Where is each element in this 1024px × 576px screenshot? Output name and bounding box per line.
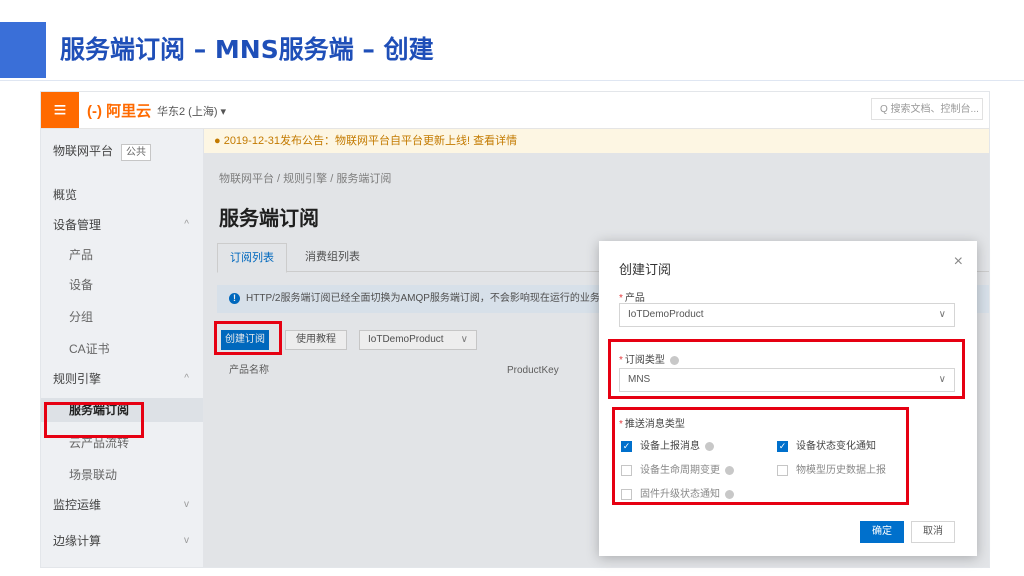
sidebar-item-overview[interactable]: 概览	[41, 183, 203, 207]
subscription-type-select[interactable]: MNS ∨	[619, 368, 955, 392]
message-type-label: * 推送消息类型	[619, 419, 685, 430]
sidebar-item-label: 服务端订阅	[69, 403, 130, 417]
sidebar-item-server-subscription[interactable]: 服务端订阅	[41, 398, 203, 422]
sidebar-item-scene-linkage[interactable]: 场景联动	[41, 463, 203, 487]
sidebar-item-edge-computing[interactable]: 边缘计算 v	[41, 529, 203, 553]
checkbox[interactable]	[621, 464, 632, 476]
top-bar: ≡ (-) 阿里云 华东2 (上海) ▾ Q 搜索文档、控制台...	[41, 92, 989, 129]
chevron-up-icon: ^	[184, 373, 189, 384]
product-select-value: IoTDemoProduct	[628, 309, 704, 320]
help-icon[interactable]	[705, 441, 714, 451]
help-icon[interactable]	[725, 489, 734, 499]
slide-title: 服务端订阅 – MNS服务端 – 创建	[60, 35, 434, 64]
product-label: * 产品	[619, 293, 645, 304]
option-history-data[interactable]: 物模型历史数据上报	[777, 461, 886, 476]
announcement-banner[interactable]: ● 2019-12-31发布公告：物联网平台自平台更新上线! 查看详情	[204, 129, 989, 153]
sidebar-header-label: 物联网平台	[53, 144, 114, 158]
chevron-down-icon: ∨	[938, 374, 946, 385]
sidebar-item-label: 概览	[53, 188, 78, 202]
check-icon[interactable]: ✓	[777, 440, 788, 452]
slide-accent-bar	[0, 22, 46, 78]
sidebar-header[interactable]: 物联网平台 公共	[41, 139, 203, 163]
brand-logo[interactable]: (-) 阿里云	[87, 100, 151, 121]
sidebar: 物联网平台 公共 概览 设备管理 ^ 产品 设备 分组 CA证书 规则引擎 ^ 服…	[41, 129, 204, 567]
option-status-change[interactable]: ✓ 设备状态变化通知	[777, 437, 876, 452]
option-ota-status[interactable]: 固件升级状态通知	[621, 485, 734, 500]
sidebar-item-data-forwarding[interactable]: 云产品流转	[41, 431, 203, 455]
help-icon[interactable]	[669, 355, 679, 365]
check-icon[interactable]: ✓	[621, 440, 632, 452]
sidebar-item-label: 监控运维	[53, 498, 102, 512]
sidebar-item-monitoring[interactable]: 监控运维 v	[41, 493, 203, 517]
product-select[interactable]: IoTDemoProduct ∨	[619, 303, 955, 327]
help-icon[interactable]	[725, 465, 734, 475]
sidebar-item-rules-engine[interactable]: 规则引擎 ^	[41, 367, 203, 391]
chevron-down-icon: v	[184, 499, 189, 510]
sidebar-item-groups[interactable]: 分组	[41, 305, 203, 329]
chevron-up-icon: ^	[184, 219, 189, 230]
sidebar-item-label: 云产品流转	[69, 436, 130, 450]
option-lifecycle[interactable]: 设备生命周期变更	[621, 461, 734, 476]
sidebar-item-products[interactable]: 产品	[41, 243, 203, 267]
sidebar-item-label: CA证书	[69, 342, 110, 356]
sidebar-item-label: 产品	[69, 248, 94, 262]
subscription-type-label: * 订阅类型	[619, 351, 679, 366]
checkbox[interactable]	[621, 488, 632, 500]
create-subscription-dialog: 创建订阅 × * 产品 IoTDemoProduct ∨ * 订阅类型 MNS ∨ …	[599, 241, 977, 556]
sidebar-item-label: 场景联动	[69, 468, 118, 482]
checkbox[interactable]	[777, 464, 788, 476]
confirm-button[interactable]: 确定	[860, 521, 904, 543]
sidebar-item-label: 规则引擎	[53, 372, 102, 386]
sidebar-item-devices[interactable]: 设备	[41, 273, 203, 297]
close-icon[interactable]: ×	[954, 253, 963, 271]
cancel-button[interactable]: 取消	[911, 521, 955, 543]
sidebar-item-label: 设备	[69, 278, 94, 292]
public-badge: 公共	[121, 144, 152, 161]
option-device-report[interactable]: ✓ 设备上报消息	[621, 437, 714, 452]
sidebar-item-label: 设备管理	[53, 218, 102, 232]
search-input[interactable]: Q 搜索文档、控制台...	[871, 98, 983, 120]
dialog-title: 创建订阅	[619, 262, 672, 277]
menu-icon[interactable]: ≡	[41, 92, 79, 128]
subscription-type-value: MNS	[628, 374, 651, 385]
region-selector[interactable]: 华东2 (上海) ▾	[157, 103, 226, 119]
sidebar-item-label: 分组	[69, 310, 94, 324]
sidebar-item-device-management[interactable]: 设备管理 ^	[41, 213, 203, 237]
sidebar-item-label: 边缘计算	[53, 534, 102, 548]
chevron-down-icon: v	[184, 535, 189, 546]
slide-divider	[0, 80, 1024, 81]
chevron-down-icon: ∨	[938, 309, 946, 320]
sidebar-item-ca-cert[interactable]: CA证书	[41, 337, 203, 361]
